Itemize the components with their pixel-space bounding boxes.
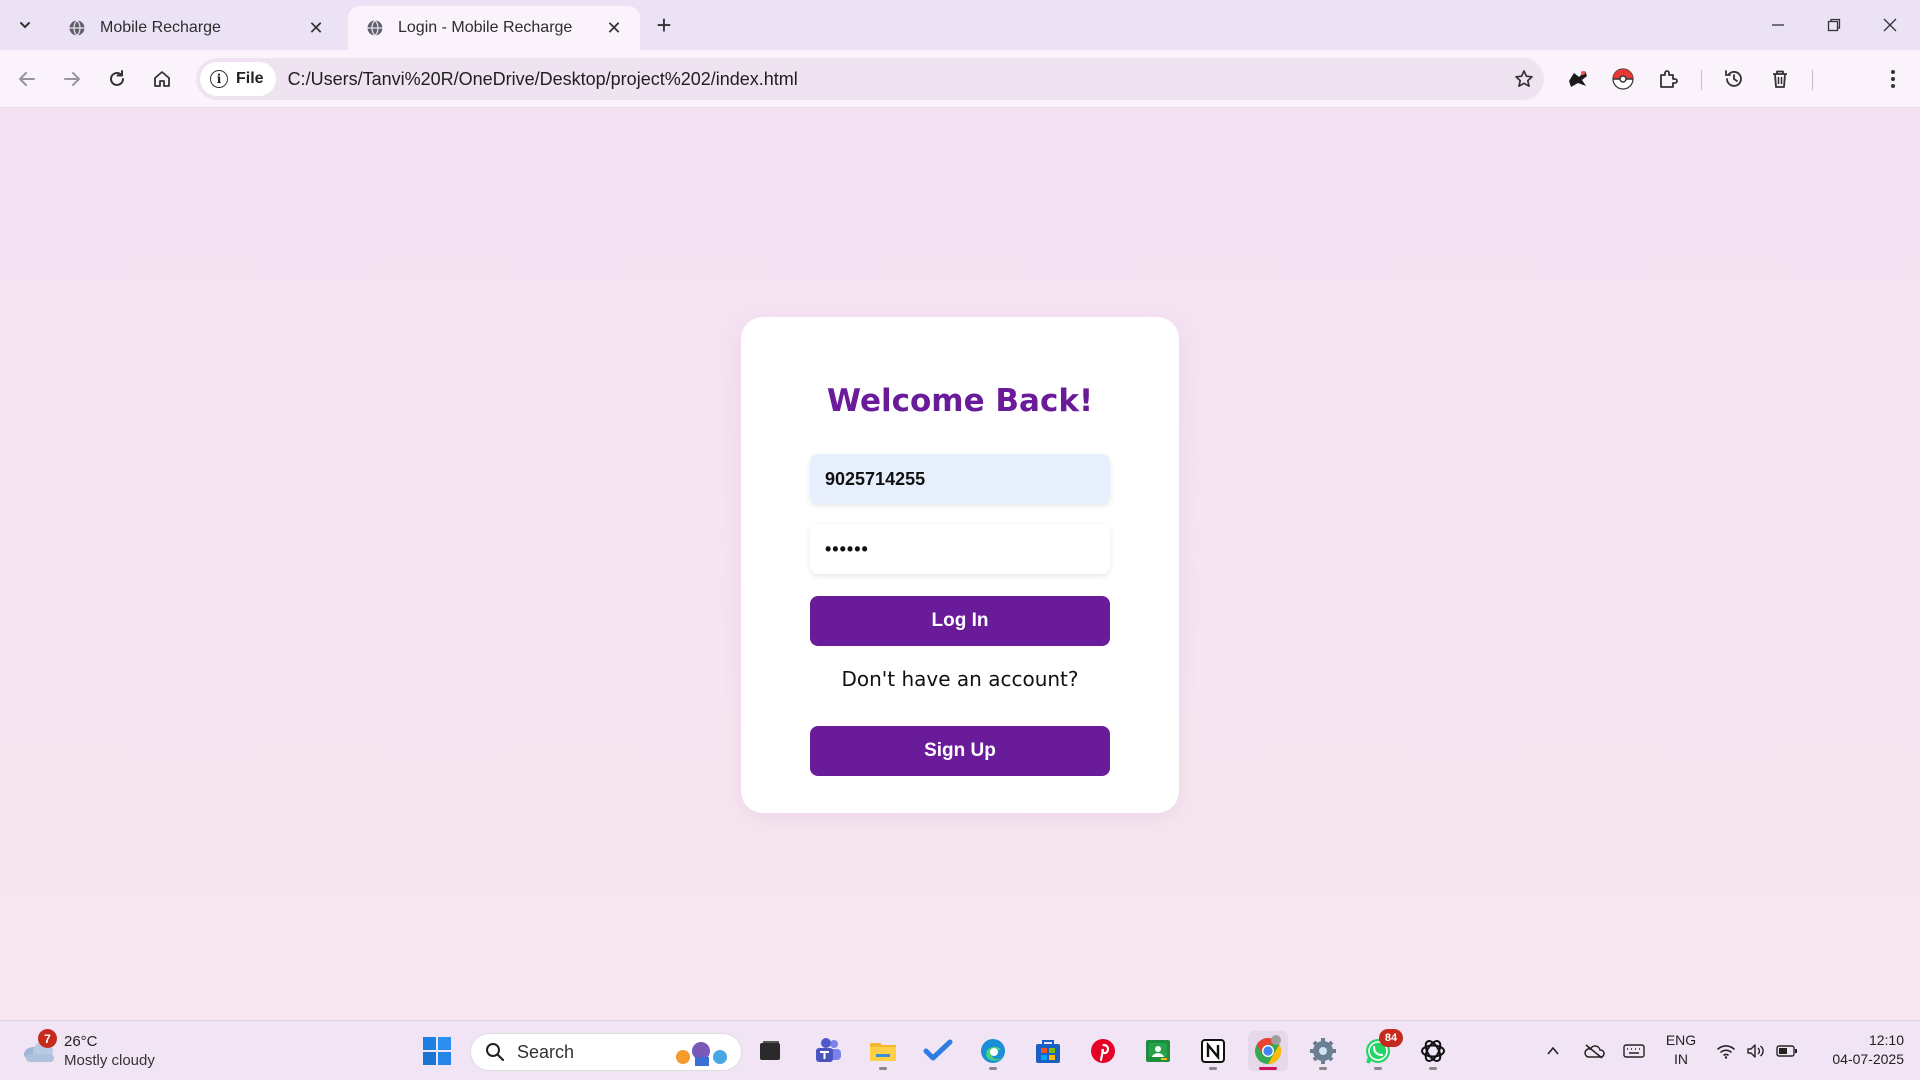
windows-start-icon[interactable] <box>417 1031 457 1071</box>
close-icon[interactable]: ✕ <box>602 16 626 40</box>
notification-badge: 84 <box>1379 1029 1403 1047</box>
back-arrow-icon[interactable] <box>9 61 45 97</box>
taskbar-search[interactable]: Search <box>470 1033 742 1071</box>
classroom-icon[interactable] <box>1138 1031 1178 1071</box>
edge-browser-icon[interactable] <box>973 1031 1013 1071</box>
search-label: Search <box>517 1041 575 1062</box>
window-close-icon[interactable] <box>1862 0 1918 50</box>
tab-mobile-recharge[interactable]: Mobile Recharge ✕ <box>50 6 342 50</box>
extension-dark-icon[interactable] <box>1560 61 1596 97</box>
chevron-up-icon[interactable] <box>1540 1021 1566 1080</box>
running-indicator <box>879 1067 887 1070</box>
home-icon[interactable] <box>144 61 180 97</box>
wifi-icon[interactable] <box>1714 1021 1738 1080</box>
tab-title: Login - Mobile Recharge <box>398 19 573 36</box>
store-icon[interactable] <box>1028 1031 1068 1071</box>
volume-icon[interactable] <box>1744 1021 1768 1080</box>
whatsapp-icon[interactable]: 84 <box>1358 1029 1403 1071</box>
weather-alert-badge: 7 <box>38 1029 57 1048</box>
globe-icon <box>367 20 383 36</box>
weather-widget[interactable]: 7 26°C Mostly cloudy <box>20 1029 180 1073</box>
minimize-icon[interactable] <box>1750 0 1806 50</box>
history-icon[interactable] <box>1716 61 1752 97</box>
language-indicator[interactable]: ENG IN <box>1662 1031 1700 1069</box>
tab-title: Mobile Recharge <box>100 19 221 36</box>
todo-icon[interactable] <box>918 1031 958 1071</box>
forward-arrow-icon[interactable] <box>54 61 90 97</box>
file-explorer-icon[interactable] <box>863 1031 903 1071</box>
battery-icon[interactable] <box>1774 1021 1800 1080</box>
page-title: Welcome Back! <box>826 383 1094 419</box>
signup-button[interactable]: Sign Up <box>810 726 1110 776</box>
site-info-chip[interactable]: i File <box>200 62 276 96</box>
signup-prompt: Don't have an account? <box>841 667 1079 691</box>
tab-login-mobile-recharge[interactable]: Login - Mobile Recharge ✕ <box>348 6 640 50</box>
browser-toolbar: i File C:/Users/Tanvi%20R/OneDrive/Deskt… <box>0 50 1920 141</box>
weather-condition-text: Mostly cloudy <box>64 1052 155 1069</box>
info-icon: i <box>210 70 228 88</box>
phone-input[interactable] <box>810 454 1110 504</box>
search-icon <box>486 1043 505 1062</box>
running-indicator <box>1209 1067 1217 1070</box>
running-indicator <box>989 1067 997 1070</box>
tab-search-button[interactable] <box>8 8 42 42</box>
chatgpt-icon[interactable] <box>1413 1031 1453 1071</box>
pinterest-icon[interactable] <box>1083 1031 1123 1071</box>
task-view-icon[interactable] <box>750 1031 790 1071</box>
clock-date: 04-07-2025 <box>1832 1051 1904 1067</box>
pokeball-extension-icon[interactable] <box>1605 61 1641 97</box>
keyboard-icon[interactable] <box>1620 1021 1648 1080</box>
running-indicator <box>1429 1067 1437 1070</box>
running-indicator <box>1374 1067 1382 1070</box>
trash-icon[interactable] <box>1762 61 1798 97</box>
chip-label: File <box>236 70 264 87</box>
chrome-icon[interactable] <box>1248 1031 1288 1071</box>
url-text[interactable]: C:/Users/Tanvi%20R/OneDrive/Desktop/proj… <box>288 69 1504 90</box>
running-indicator <box>1259 1067 1277 1070</box>
clock-time: 12:10 <box>1868 1032 1904 1048</box>
temperature-text: 26°C <box>64 1033 98 1050</box>
toolbar-divider <box>1701 70 1702 90</box>
teams-icon[interactable] <box>808 1031 848 1071</box>
extension-icon[interactable] <box>1650 61 1686 97</box>
globe-icon <box>69 20 85 36</box>
star-icon[interactable] <box>1504 69 1544 89</box>
address-bar[interactable]: i File C:/Users/Tanvi%20R/OneDrive/Deskt… <box>196 58 1544 100</box>
restore-icon[interactable] <box>1806 0 1862 50</box>
login-button[interactable]: Log In <box>810 596 1110 646</box>
language-code: ENG <box>1665 1032 1697 1048</box>
notion-icon[interactable] <box>1193 1031 1233 1071</box>
password-input[interactable] <box>810 524 1110 574</box>
reload-icon[interactable] <box>99 61 135 97</box>
toolbar-divider <box>1812 70 1813 90</box>
more-vert-icon[interactable] <box>1875 61 1911 97</box>
tab-strip: Mobile Recharge ✕ Login - Mobile Recharg… <box>0 0 1920 50</box>
onedrive-offline-icon[interactable] <box>1580 1021 1608 1080</box>
settings-gear-icon[interactable] <box>1303 1031 1343 1071</box>
region-code: IN <box>1674 1051 1688 1067</box>
close-icon[interactable]: ✕ <box>304 16 328 40</box>
search-highlight-illustration-icon <box>676 1042 727 1066</box>
new-tab-icon[interactable]: + <box>648 9 680 41</box>
system-clock[interactable]: 12:10 04-07-2025 <box>1808 1031 1904 1069</box>
running-indicator <box>1319 1067 1327 1070</box>
chevron-down-icon <box>20 22 30 29</box>
taskbar: 7 26°C Mostly cloudy Search 84 ENG IN 12… <box>0 1020 1920 1080</box>
